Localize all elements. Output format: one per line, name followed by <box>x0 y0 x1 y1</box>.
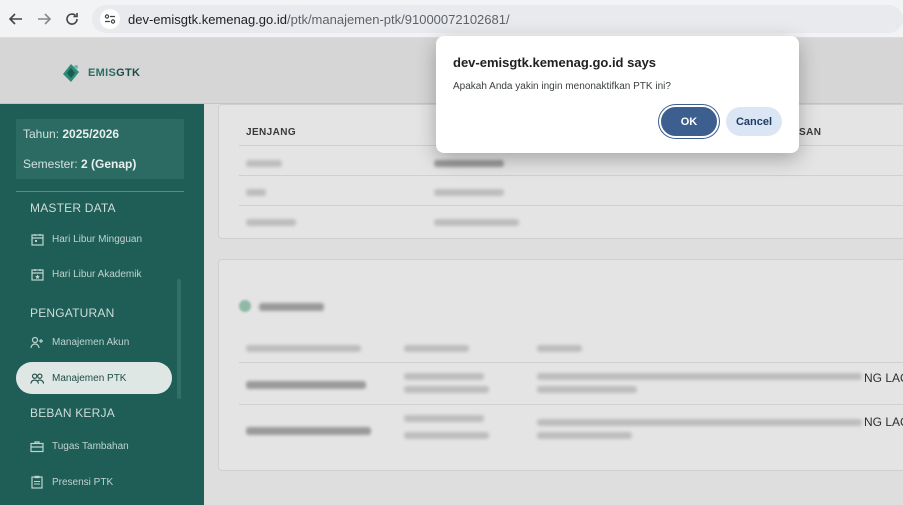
year-label: Tahun: <box>23 127 63 141</box>
blurred-cell <box>246 189 266 196</box>
blurred-cell <box>246 219 296 226</box>
url-host: dev-emisgtk.kemenag.go.id <box>128 11 287 27</box>
blurred-header <box>404 345 469 352</box>
clipboard-icon <box>30 475 44 489</box>
blurred-cell <box>434 160 504 167</box>
blurred-cell <box>434 219 519 226</box>
academic-term-box: Tahun: 2025/2026 Semester: 2 (Genap) <box>16 119 184 179</box>
blurred-header <box>537 345 582 352</box>
site-info-icon[interactable] <box>100 9 120 29</box>
calendar-star-icon <box>30 267 44 281</box>
plus-circle-icon <box>239 300 251 312</box>
dialog-message: Apakah Anda yakin ingin menonaktifkan PT… <box>453 81 671 92</box>
blurred-cell <box>537 373 862 380</box>
sidebar-item-presensi-ptk[interactable]: Presensi PTK <box>16 466 172 498</box>
blurred-cell <box>246 427 371 435</box>
blurred-cell <box>404 432 489 439</box>
reload-icon <box>66 12 78 25</box>
users-icon <box>30 371 44 385</box>
address-bar[interactable]: dev-emisgtk.kemenag.go.id/ptk/manajemen-… <box>92 5 903 33</box>
reload-button[interactable] <box>58 5 86 33</box>
blurred-cell <box>404 373 484 380</box>
briefcase-icon <box>30 439 44 453</box>
blurred-cell <box>404 386 489 393</box>
sidebar-item-label: Manajemen Akun <box>52 336 130 348</box>
back-button[interactable] <box>2 5 30 33</box>
blurred-card-title <box>259 303 324 311</box>
sidebar-item-label: Manajemen PTK <box>52 372 127 384</box>
blurred-cell <box>537 419 862 426</box>
row-divider <box>239 175 903 176</box>
sidebar-scrollbar[interactable] <box>177 279 181 399</box>
sidebar-item-hari-libur-akademik[interactable]: Hari Libur Akademik <box>16 258 172 290</box>
section-master-data: MASTER DATA <box>30 201 116 215</box>
browser-toolbar: dev-emisgtk.kemenag.go.id/ptk/manajemen-… <box>0 0 903 38</box>
blurred-cell <box>537 386 637 393</box>
logo-text: EMISGTK <box>88 67 141 79</box>
section-pengaturan: PENGATURAN <box>30 306 115 320</box>
arrow-left-icon <box>9 12 22 25</box>
year-value: 2025/2026 <box>62 127 120 141</box>
cancel-button[interactable]: Cancel <box>726 107 782 136</box>
calendar-icon <box>30 232 44 246</box>
assignment-card: NG LAO NG LAO <box>218 259 903 471</box>
truncated-text: NG LAO <box>864 371 903 385</box>
app-logo[interactable]: EMISGTK <box>60 62 140 84</box>
row-divider <box>239 362 903 363</box>
blurred-cell <box>434 189 504 196</box>
sidebar-item-label: Tugas Tambahan <box>52 440 129 452</box>
main-content: JENJANG SAN NG LAO <box>204 104 903 505</box>
emis-logo-icon <box>63 64 79 82</box>
table-header-jenjang: JENJANG <box>246 127 297 138</box>
blurred-cell <box>246 160 282 167</box>
sidebar-item-manajemen-akun[interactable]: Manajemen Akun <box>16 326 172 358</box>
blurred-cell <box>246 381 366 389</box>
sidebar-item-label: Hari Libur Akademik <box>52 268 142 280</box>
ok-button[interactable]: OK <box>661 107 717 136</box>
section-beban-kerja: BEBAN KERJA <box>30 406 115 420</box>
row-divider <box>239 404 903 405</box>
sidebar-item-tugas-tambahan[interactable]: Tugas Tambahan <box>16 430 172 462</box>
sidebar-item-label: Hari Libur Mingguan <box>52 233 143 245</box>
arrow-right-icon <box>38 12 51 25</box>
truncated-text: NG LAO <box>864 415 903 429</box>
blurred-header <box>246 345 361 352</box>
semester-label: Semester: <box>23 157 82 171</box>
user-plus-icon <box>30 335 44 349</box>
sidebar-item-manajemen-ptk[interactable]: Manajemen PTK <box>16 362 172 394</box>
sidebar-item-hari-libur-mingguan[interactable]: Hari Libur Mingguan <box>16 223 172 255</box>
confirm-dialog: dev-emisgtk.kemenag.go.id says Apakah An… <box>436 36 799 153</box>
sidebar-divider <box>16 191 184 192</box>
sidebar-item-label: Presensi PTK <box>52 476 114 488</box>
sidebar: Tahun: 2025/2026 Semester: 2 (Genap) MAS… <box>0 104 204 505</box>
dialog-title: dev-emisgtk.kemenag.go.id says <box>453 55 657 70</box>
row-divider <box>239 205 903 206</box>
url-path: /ptk/manajemen-ptk/91000072102681/ <box>286 11 510 27</box>
table-header-partial: SAN <box>799 127 822 138</box>
semester-value: 2 (Genap) <box>81 157 137 171</box>
blurred-cell <box>537 432 632 439</box>
forward-button[interactable] <box>30 5 58 33</box>
blurred-cell <box>404 415 484 422</box>
